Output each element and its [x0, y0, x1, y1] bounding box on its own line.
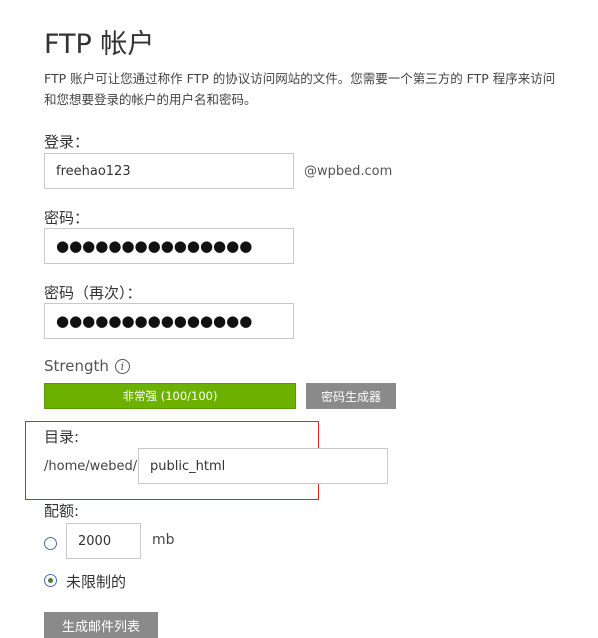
directory-label: 目录:	[44, 428, 80, 446]
intro-line-2: 和您想要登录的帐户的用户名和密码。	[44, 92, 257, 107]
quota-limited-radio[interactable]	[44, 537, 57, 550]
intro-line-1: FTP 账户可让您通过称作 FTP 的协议访问网站的文件。您需要一个第三方的 F…	[44, 71, 556, 86]
info-icon[interactable]: i	[114, 358, 130, 374]
password-label: 密码：	[44, 209, 90, 227]
password-input[interactable]: ●●●●●●●●●●●●●●●	[44, 228, 294, 264]
password-confirm-input[interactable]: ●●●●●●●●●●●●●●●	[44, 303, 294, 339]
directory-input[interactable]	[138, 448, 388, 484]
strength-row: Strength i	[44, 357, 130, 375]
intro-text: FTP 账户可让您通过称作 FTP 的协议访问网站的文件。您需要一个第三方的 F…	[44, 68, 598, 110]
quota-label: 配额:	[44, 502, 80, 520]
create-mailing-list-button[interactable]: 生成邮件列表	[44, 612, 158, 638]
quota-unlimited-label[interactable]: 未限制的	[66, 571, 126, 592]
login-label: 登录：	[44, 133, 90, 151]
quota-unit: mb	[152, 532, 175, 548]
directory-prefix: /home/webed/	[44, 459, 138, 474]
login-domain-suffix: @wpbed.com	[304, 164, 393, 179]
strength-label: Strength	[44, 357, 109, 375]
page-title: FTP 帐户	[44, 29, 155, 61]
password-generator-button[interactable]: 密码生成器	[306, 383, 396, 409]
strength-meter: 非常强 (100/100)	[44, 383, 296, 409]
login-input[interactable]	[44, 153, 294, 189]
quota-input[interactable]	[66, 523, 141, 559]
quota-unlimited-radio[interactable]	[44, 574, 57, 587]
password-confirm-label: 密码（再次）：	[44, 284, 142, 302]
